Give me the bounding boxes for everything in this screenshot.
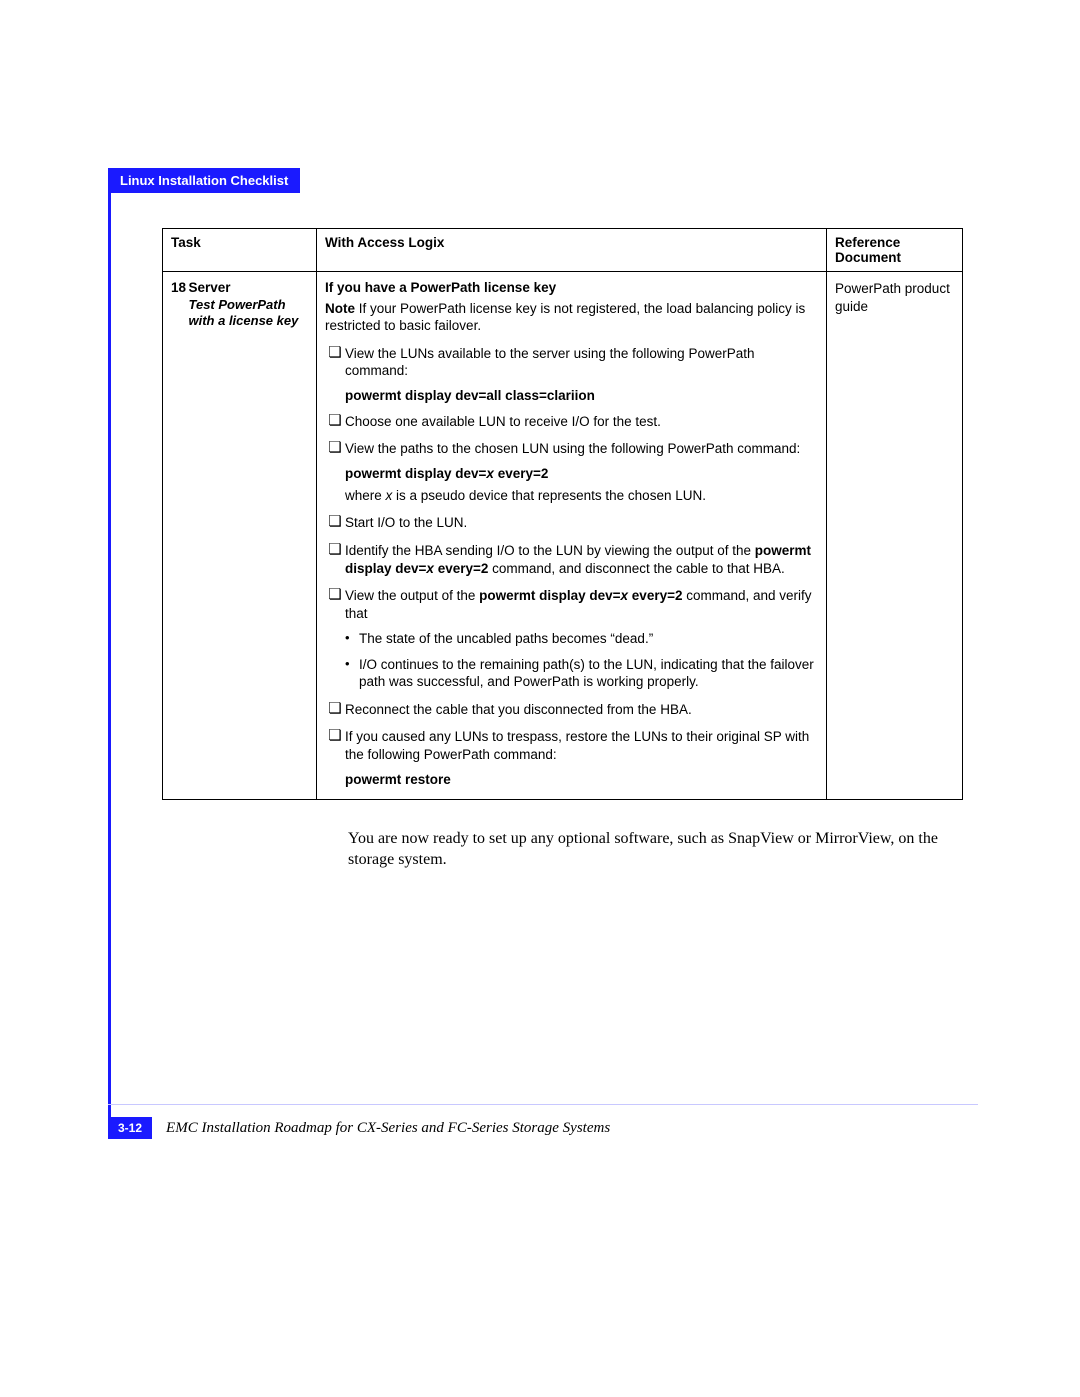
cell-task: Server Test PowerPath with a license key — [189, 272, 317, 800]
command-text: powermt restore — [345, 772, 818, 787]
task-number: 18 — [163, 272, 189, 303]
checkbox-icon[interactable]: ❏ — [325, 440, 345, 455]
main-heading: If you have a PowerPath license key — [325, 280, 818, 295]
footer-bar: 3-12 EMC Installation Roadmap for CX-Ser… — [108, 1117, 610, 1139]
checklist-text: View the output of the powermt display d… — [345, 587, 818, 622]
header-bar: Linux Installation Checklist — [108, 168, 978, 194]
text-part: is a pseudo device that represents the c… — [392, 488, 706, 503]
bullet-text: I/O continues to the remaining path(s) t… — [359, 656, 818, 691]
task-subtitle-2: with a license key — [189, 313, 309, 329]
text-part: View the output of the — [345, 588, 479, 603]
text-part: Identify the HBA sending I/O to the LUN … — [345, 543, 755, 558]
checklist-text: If you caused any LUNs to trespass, rest… — [345, 728, 818, 763]
note-line: Note If your PowerPath license key is no… — [325, 301, 818, 335]
where-line: where x is a pseudo device that represen… — [345, 487, 818, 505]
checklist-table: Task With Access Logix Reference Documen… — [162, 228, 963, 800]
checklist-text: Choose one available LUN to receive I/O … — [345, 413, 818, 431]
checklist-item: ❏ Identify the HBA sending I/O to the LU… — [325, 542, 818, 577]
checkbox-icon[interactable]: ❏ — [325, 701, 345, 716]
checklist-text: Reconnect the cable that you disconnecte… — [345, 701, 818, 719]
reference-text: PowerPath product guide — [827, 272, 962, 323]
cmd-inline: powermt display dev=x every=2 — [479, 588, 682, 603]
cmd-var: x — [486, 466, 494, 481]
cell-main: If you have a PowerPath license key Note… — [317, 272, 827, 800]
text-part: command, and disconnect the cable to tha… — [488, 561, 784, 576]
checklist-item: ❏ Reconnect the cable that you disconnec… — [325, 701, 818, 719]
bullet-item: • I/O continues to the remaining path(s)… — [345, 656, 818, 691]
checklist-text: View the LUNs available to the server us… — [345, 345, 818, 380]
page-number-badge: 3-12 — [108, 1117, 152, 1139]
checklist-text: Start I/O to the LUN. — [345, 514, 818, 532]
note-text: If your PowerPath license key is not reg… — [325, 301, 805, 333]
content-area: Task With Access Logix Reference Documen… — [162, 228, 962, 871]
checklist-text: Identify the HBA sending I/O to the LUN … — [345, 542, 818, 577]
checkbox-icon[interactable]: ❏ — [325, 413, 345, 428]
cmd-part: every=2 — [434, 561, 488, 576]
checkbox-icon[interactable]: ❏ — [325, 587, 345, 602]
left-blue-rule — [108, 168, 111, 1118]
text-part: where — [345, 488, 386, 503]
footer-rule — [108, 1104, 978, 1105]
cell-ref: PowerPath product guide — [827, 272, 963, 800]
task-title: Server — [189, 280, 309, 295]
command-text: powermt display dev=all class=clariion — [345, 388, 818, 403]
th-task: Task — [163, 229, 317, 272]
checkbox-icon[interactable]: ❏ — [325, 345, 345, 360]
cmd-part: every=2 — [628, 588, 682, 603]
closing-paragraph: You are now ready to set up any optional… — [348, 828, 948, 871]
th-main: With Access Logix — [317, 229, 827, 272]
bullet-icon: • — [345, 630, 359, 645]
checkbox-icon[interactable]: ❏ — [325, 728, 345, 743]
cmd-part: powermt display dev= — [345, 466, 486, 481]
table-header-row: Task With Access Logix Reference Documen… — [163, 229, 963, 272]
th-ref: Reference Document — [827, 229, 963, 272]
bullet-text: The state of the uncabled paths becomes … — [359, 630, 818, 648]
cmd-part: powermt display dev= — [479, 588, 620, 603]
bullet-icon: • — [345, 656, 359, 671]
checklist-item: ❏ Choose one available LUN to receive I/… — [325, 413, 818, 431]
note-label: Note — [325, 301, 355, 316]
command-text: powermt display dev=x every=2 — [345, 466, 818, 481]
cmd-var: x — [426, 561, 434, 576]
cell-tasknum: 18 — [163, 272, 189, 800]
page: Linux Installation Checklist Task With A… — [0, 0, 1080, 1397]
footer-doc-title: EMC Installation Roadmap for CX-Series a… — [166, 1120, 610, 1137]
checkbox-icon[interactable]: ❏ — [325, 514, 345, 529]
checklist-item: ❏ If you caused any LUNs to trespass, re… — [325, 728, 818, 763]
checkbox-icon[interactable]: ❏ — [325, 542, 345, 557]
checklist-text: View the paths to the chosen LUN using t… — [345, 440, 818, 458]
checklist-item: ❏ View the output of the powermt display… — [325, 587, 818, 622]
cmd-var: x — [621, 588, 629, 603]
section-tab: Linux Installation Checklist — [108, 168, 300, 193]
task-subtitle-1: Test PowerPath — [189, 297, 309, 313]
table-row: 18 Server Test PowerPath with a license … — [163, 272, 963, 800]
cmd-part: every=2 — [494, 466, 548, 481]
checklist-item: ❏ View the paths to the chosen LUN using… — [325, 440, 818, 458]
checklist-item: ❏ View the LUNs available to the server … — [325, 345, 818, 380]
bullet-item: • The state of the uncabled paths become… — [345, 630, 818, 648]
checklist-item: ❏ Start I/O to the LUN. — [325, 514, 818, 532]
